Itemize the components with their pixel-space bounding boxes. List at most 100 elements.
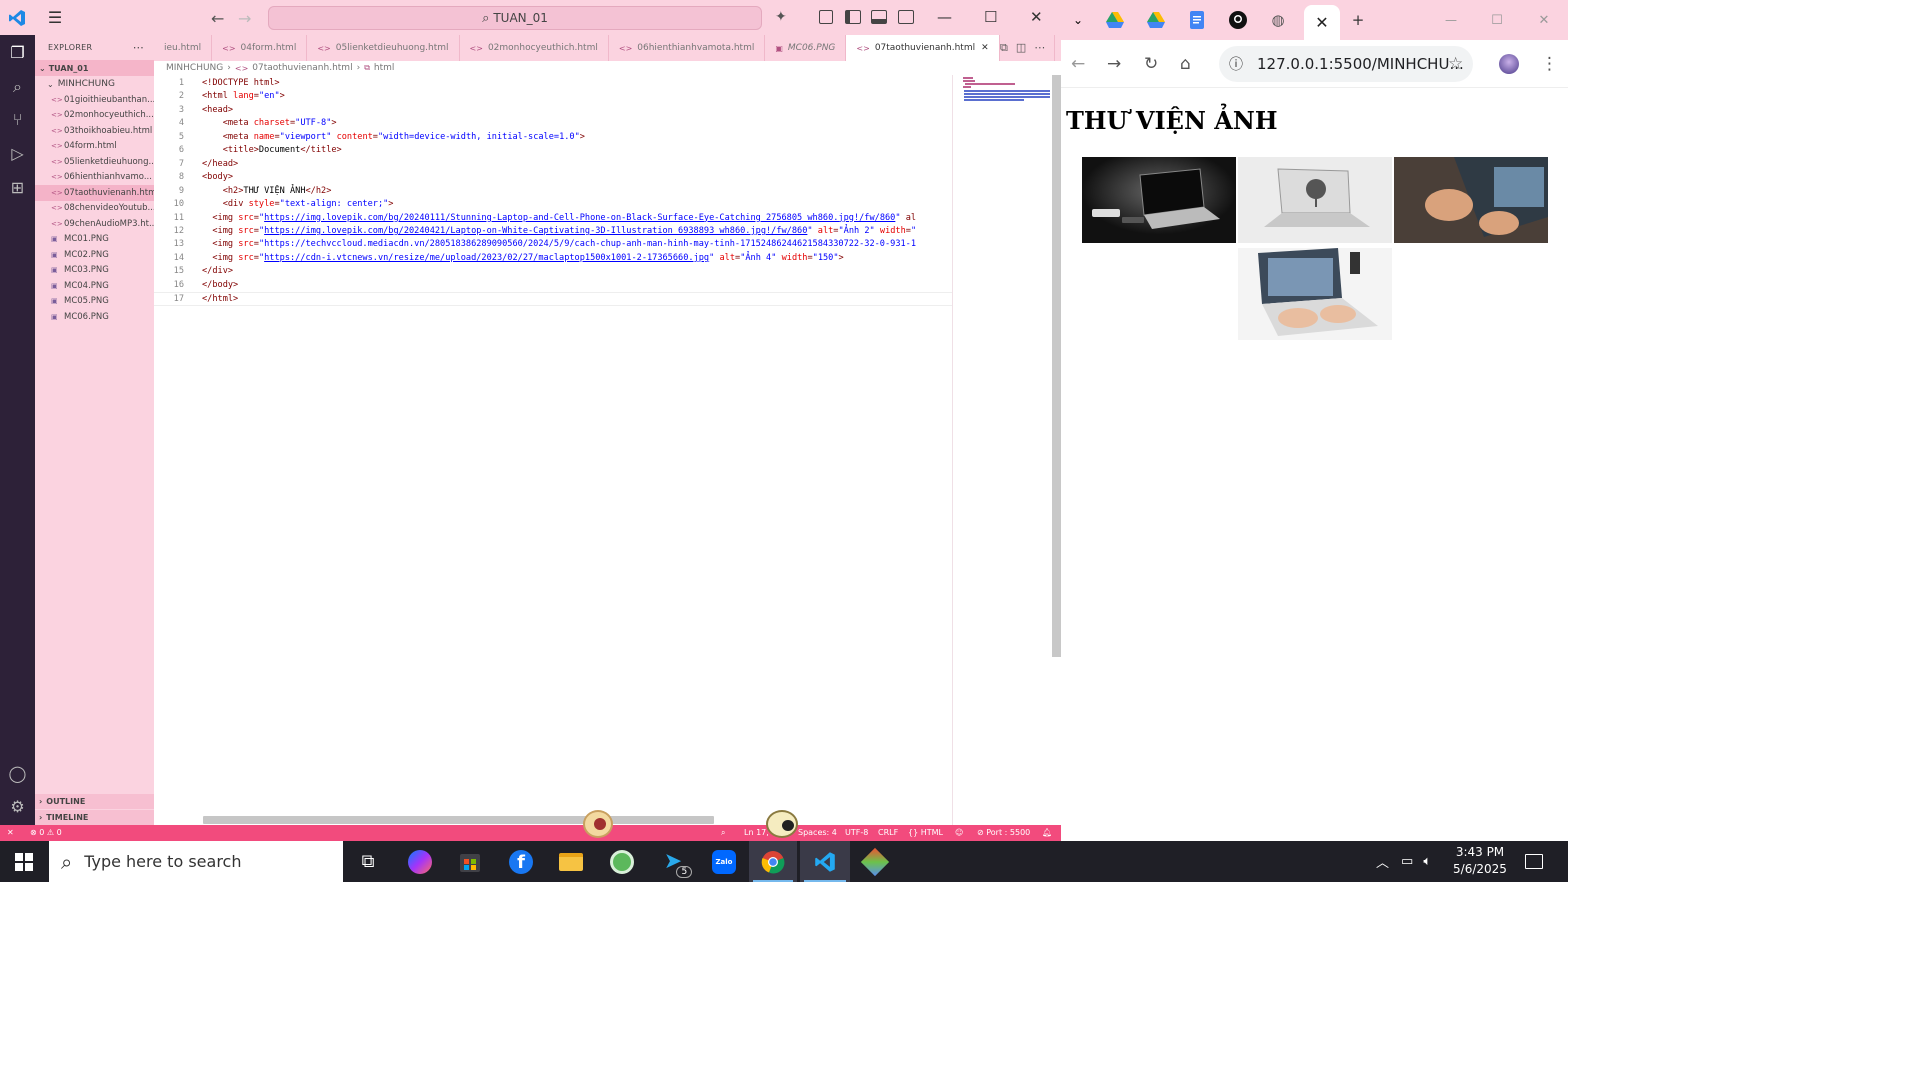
taskbar-search[interactable]: ⌕ Type here to search bbox=[49, 841, 343, 882]
code-line[interactable]: 2 <html lang="en"> bbox=[154, 90, 952, 104]
remote-icon[interactable]: ✕ bbox=[7, 828, 14, 837]
breadcrumb-folder[interactable]: MINHCHUNG bbox=[166, 63, 223, 73]
live-server-port[interactable]: ⊘ Port : 5500 bbox=[977, 828, 1030, 837]
battery-icon[interactable]: ▭ bbox=[1401, 854, 1413, 869]
explorer-file-item[interactable]: <> 07taothuvienanh.html bbox=[35, 185, 154, 201]
explorer-file-item[interactable]: <> 02monhocyeuthich.... bbox=[35, 108, 154, 124]
google-drive-icon[interactable] bbox=[1104, 10, 1126, 30]
command-center-search[interactable]: ⌕ TUAN_01 bbox=[268, 6, 762, 30]
explorer-file-item[interactable]: <> 09chenAudioMP3.ht... bbox=[35, 216, 154, 232]
file-explorer-icon[interactable] bbox=[547, 841, 595, 882]
code-line[interactable]: 10 <div style="text-align: center;"> bbox=[154, 198, 952, 212]
breadcrumb-file[interactable]: 07taothuvienanh.html bbox=[252, 63, 352, 73]
explorer-file-item[interactable]: ▣ MC02.PNG bbox=[35, 247, 154, 263]
globe-icon[interactable]: ◍ bbox=[1267, 10, 1289, 30]
reload-icon[interactable]: ↻ bbox=[1144, 54, 1158, 74]
run-debug-icon[interactable]: ▷ bbox=[8, 144, 27, 163]
minimap[interactable] bbox=[952, 75, 1052, 825]
chrome-icon[interactable] bbox=[749, 841, 797, 882]
code-line[interactable]: 1 <!DOCTYPE html> bbox=[154, 77, 952, 91]
more-actions-icon[interactable]: ⋯ bbox=[133, 41, 144, 54]
editor-tab[interactable]: ▣ MC06.PNG bbox=[765, 35, 847, 61]
minimize-icon[interactable]: — bbox=[1440, 10, 1462, 30]
address-bar[interactable]: ⓘ 127.0.0.1:5500/MINHCHU... bbox=[1219, 46, 1473, 82]
back-arrow-icon[interactable]: ← bbox=[1071, 54, 1085, 74]
facebook-icon[interactable]: f bbox=[497, 841, 545, 882]
close-icon[interactable]: ✕ bbox=[1030, 8, 1043, 26]
maximize-icon[interactable]: ☐ bbox=[984, 8, 997, 26]
source-control-icon[interactable]: ⑂ bbox=[8, 110, 27, 129]
vertical-scrollbar[interactable] bbox=[1052, 75, 1061, 657]
toggle-sidebar-icon[interactable] bbox=[845, 10, 861, 24]
explorer-icon[interactable]: ❐ bbox=[8, 43, 27, 62]
notifications-icon[interactable]: 🔔︎ bbox=[1042, 828, 1052, 837]
microsoft-store-icon[interactable] bbox=[446, 841, 494, 882]
outline-section[interactable]: › OUTLINE bbox=[35, 794, 154, 809]
forward-arrow-icon[interactable]: → bbox=[1107, 54, 1121, 74]
explorer-file-item[interactable]: <> 04form.html bbox=[35, 139, 154, 155]
notification-center-icon[interactable] bbox=[1512, 841, 1556, 882]
editor-tab[interactable]: <> 05lienketdieuhuong.html bbox=[307, 35, 460, 61]
back-arrow-icon[interactable]: ← bbox=[211, 9, 224, 28]
encoding[interactable]: UTF-8 bbox=[845, 828, 868, 837]
open-preview-icon[interactable]: ⧉ bbox=[1000, 41, 1008, 55]
code-line[interactable]: 4 <meta charset="UTF-8"> bbox=[154, 117, 952, 131]
code-line[interactable]: 5 <meta name="viewport" content="width=d… bbox=[154, 131, 952, 145]
code-line[interactable]: 8 <body> bbox=[154, 171, 952, 185]
editor-tab[interactable]: <> 02monhocyeuthich.html bbox=[460, 35, 609, 61]
timeline-section[interactable]: › TIMELINE bbox=[35, 810, 154, 825]
toggle-secondary-sidebar-icon[interactable] bbox=[898, 10, 914, 24]
clock[interactable]: 3:43 PM 5/6/2025 bbox=[1448, 844, 1512, 878]
line-ending[interactable]: CRLF bbox=[878, 828, 898, 837]
maximize-icon[interactable]: ☐ bbox=[1486, 10, 1508, 30]
explorer-file-item[interactable]: <> 08chenvideoYoutub... bbox=[35, 201, 154, 217]
explorer-file-item[interactable]: <> 06hienthianhvamo... bbox=[35, 170, 154, 186]
account-icon[interactable]: ◯ bbox=[8, 764, 27, 783]
extensions-icon[interactable]: ⊞ bbox=[8, 178, 27, 197]
code-line[interactable]: 6 <title>Document</title> bbox=[154, 144, 952, 158]
indentation[interactable]: Spaces: 4 bbox=[798, 828, 837, 837]
toggle-panel-icon[interactable] bbox=[871, 10, 887, 24]
vscode-logo-icon[interactable] bbox=[0, 0, 34, 35]
hamburger-menu-icon[interactable]: ☰ bbox=[34, 0, 76, 35]
explorer-file-item[interactable]: ▣ MC01.PNG bbox=[35, 232, 154, 248]
code-line[interactable]: 16 </body> bbox=[154, 279, 952, 293]
split-editor-icon[interactable]: ◫ bbox=[1016, 41, 1026, 55]
code-line[interactable]: 15 </div> bbox=[154, 265, 952, 279]
show-hidden-icons-chevron-icon[interactable]: ︿ bbox=[1376, 852, 1389, 871]
home-icon[interactable]: ⌂ bbox=[1180, 54, 1191, 74]
code-line[interactable]: 3 <head> bbox=[154, 104, 952, 118]
kebab-menu-icon[interactable]: ⋮ bbox=[1541, 54, 1558, 74]
explorer-file-item[interactable]: ▣ MC06.PNG bbox=[35, 309, 154, 325]
git-client-icon[interactable] bbox=[851, 841, 899, 882]
copilot-status-icon[interactable]: ☺ bbox=[955, 828, 963, 837]
active-tab-close-icon[interactable]: ✕ bbox=[1304, 5, 1340, 40]
copilot-icon[interactable]: ✦ bbox=[775, 9, 787, 25]
code-line[interactable]: 14 <img src="https://cdn-i.vtcnews.vn/re… bbox=[154, 252, 952, 266]
explorer-file-item[interactable]: ▣ MC03.PNG bbox=[35, 263, 154, 279]
start-button[interactable] bbox=[0, 841, 48, 882]
language-mode[interactable]: {} HTML bbox=[908, 828, 943, 837]
code-line[interactable]: 13 <img src="https://techvccloud.mediacd… bbox=[154, 238, 952, 252]
minimize-icon[interactable]: — bbox=[937, 8, 952, 26]
google-docs-icon[interactable] bbox=[1186, 10, 1208, 30]
active-editor-tab[interactable]: <> 07taothuvienanh.html ✕ bbox=[846, 35, 1000, 61]
messenger-icon[interactable] bbox=[396, 841, 444, 882]
cursor-position[interactable]: Ln 17, bbox=[744, 828, 769, 837]
tab-search-chevron-icon[interactable]: ⌄ bbox=[1067, 10, 1089, 30]
volume-icon[interactable]: 🔈︎ bbox=[1423, 854, 1431, 869]
folder-minhchung[interactable]: ⌄ MINHCHUNG bbox=[35, 76, 154, 92]
editor-tab[interactable]: <> 04form.html bbox=[212, 35, 308, 61]
more-actions-icon[interactable]: ⋯ bbox=[1034, 41, 1045, 55]
explorer-file-item[interactable]: ▣ MC04.PNG bbox=[35, 278, 154, 294]
profile-avatar[interactable] bbox=[1499, 54, 1519, 74]
site-info-icon[interactable]: ⓘ bbox=[1229, 54, 1243, 74]
code-line[interactable]: 7 </head> bbox=[154, 158, 952, 172]
explorer-file-item[interactable]: ▣ MC05.PNG bbox=[35, 294, 154, 310]
task-view-icon[interactable]: ⧉ bbox=[344, 841, 392, 882]
code-line[interactable]: 17 </html> bbox=[154, 292, 952, 306]
workspace-section[interactable]: ⌄ TUAN_01 bbox=[35, 60, 154, 76]
code-editor[interactable]: 1 <!DOCTYPE html> 2 <html lang="en"> 3 <head>… bbox=[154, 75, 952, 825]
code-line[interactable]: 9 <h2>THƯ VIỆN ẢNH</h2> bbox=[154, 185, 952, 199]
forward-arrow-icon[interactable]: → bbox=[238, 9, 251, 28]
